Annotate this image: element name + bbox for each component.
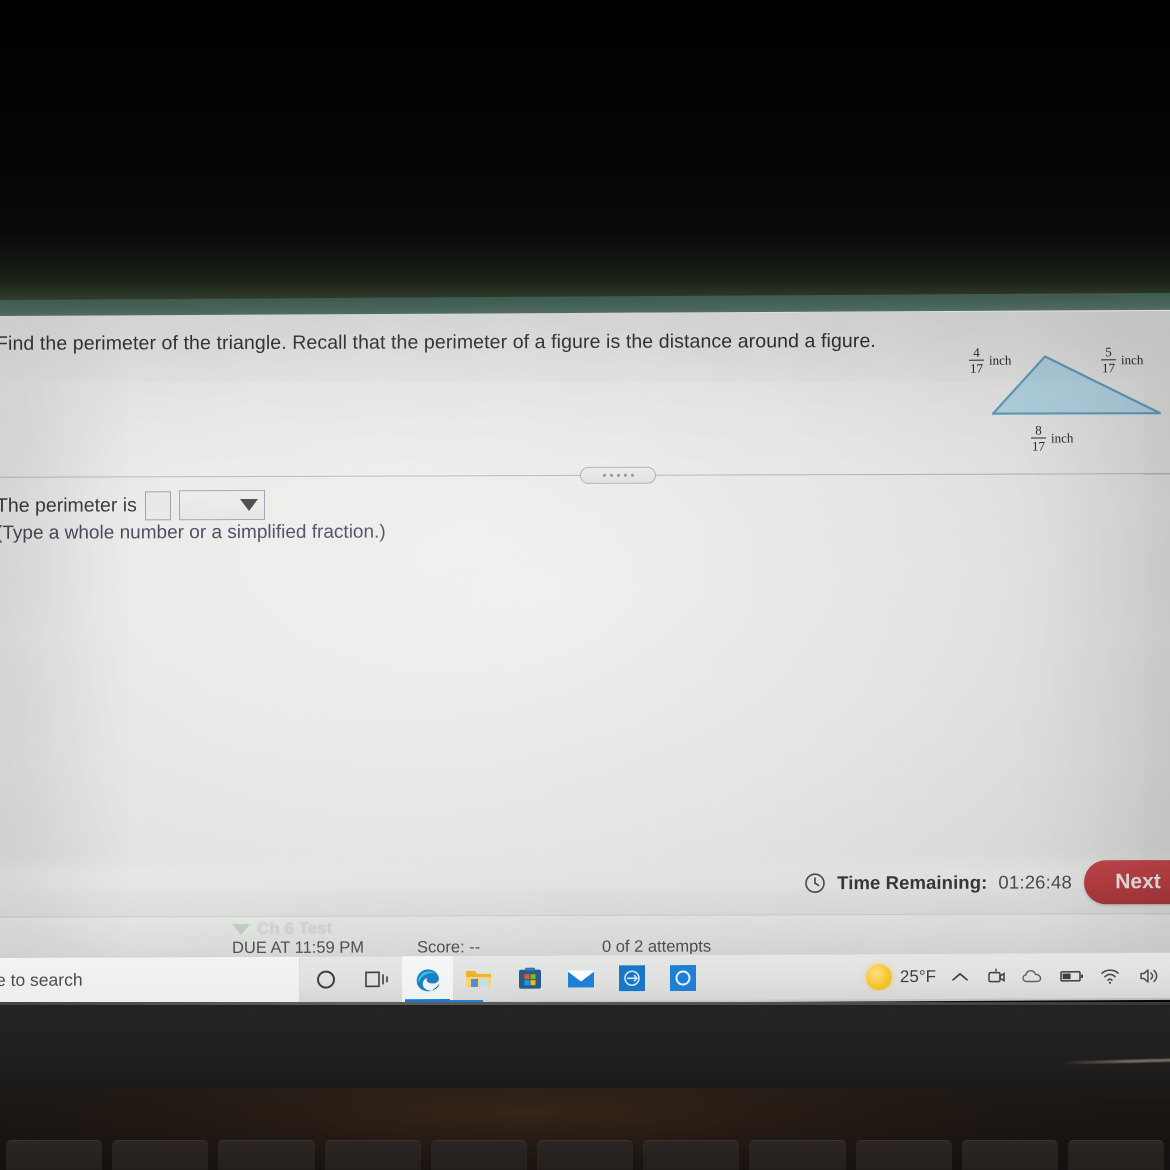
answer-row: The perimeter is — [0, 489, 265, 521]
taskbar-app-microsoft-store[interactable] — [504, 955, 555, 1001]
caret-down-icon — [232, 923, 250, 935]
time-remaining-group: Time Remaining: 01:26:48 — [804, 871, 1072, 894]
keyboard-key — [855, 1140, 952, 1170]
handle-dot — [602, 473, 606, 477]
microsoft-edge-icon — [416, 968, 439, 991]
handle-dot — [616, 473, 620, 477]
keyboard-row — [0, 1140, 1170, 1170]
assignment-title: Ch 6 Test — [257, 918, 333, 938]
question-prompt: Find the perimeter of the triangle. Reca… — [0, 330, 876, 355]
bezel-glow — [0, 232, 1170, 300]
battery-icon — [1060, 970, 1083, 982]
unit-dropdown[interactable] — [178, 489, 265, 521]
triangle-side-label-bottom: 8 17 inch — [1031, 422, 1074, 454]
fraction-denominator: 17 — [1102, 360, 1115, 376]
fraction-numerator: 8 — [1035, 422, 1042, 438]
sun-icon — [865, 963, 892, 990]
answer-hint: (Type a whole number or a simplified fra… — [0, 521, 386, 544]
wifi-tray-button[interactable] — [1092, 953, 1130, 999]
search-input[interactable]: e to search — [0, 956, 300, 1004]
triangle-side-label-left: 4 17 inch — [969, 344, 1012, 376]
taskbar-icons — [300, 954, 708, 1002]
clock-icon — [805, 873, 825, 894]
handle-dot — [623, 473, 627, 477]
answer-input[interactable] — [144, 490, 171, 520]
mail-icon — [567, 969, 594, 988]
cortana-button[interactable] — [300, 956, 351, 1002]
handle-dot — [609, 473, 613, 477]
fraction-numerator: 5 — [1105, 344, 1112, 360]
chevron-down-icon — [239, 498, 258, 512]
fraction-denominator: 17 — [1032, 438, 1045, 454]
body-highlight-streak — [1059, 1058, 1170, 1065]
keyboard-key — [536, 1140, 634, 1170]
onedrive-tray-button[interactable] — [1014, 953, 1052, 999]
keyboard-key — [749, 1140, 846, 1170]
weather-temperature: 25°F — [899, 966, 936, 986]
handle-dot — [630, 473, 634, 477]
keyboard-key — [218, 1140, 315, 1170]
assignment-title-group[interactable]: Ch 6 Test — [232, 919, 332, 939]
taskbar-app-blue-app-two[interactable] — [657, 954, 708, 1000]
unit-label: inch — [1051, 430, 1074, 446]
system-tray: 25°F — [852, 952, 1170, 999]
laptop-lower-body — [0, 1002, 1170, 1170]
camera-tray-button[interactable] — [978, 953, 1014, 999]
triangle-side-label-right: 5 17 inch — [1101, 344, 1144, 376]
taskbar-app-file-explorer[interactable] — [453, 955, 504, 1001]
volume-tray-button[interactable] — [1130, 952, 1168, 998]
battery-tray-button[interactable] — [1052, 953, 1092, 999]
onedrive-cloud-icon — [1022, 969, 1042, 982]
time-remaining-label: Time Remaining: — [837, 871, 988, 894]
time-remaining-bar: Time Remaining: 01:26:48 Next — [0, 851, 1170, 917]
microsoft-store-icon — [518, 967, 541, 989]
keyboard-key — [643, 1140, 740, 1170]
fraction-denominator: 17 — [970, 360, 983, 376]
unit-label: inch — [989, 352, 1012, 368]
windows-taskbar: e to search 25°F — [0, 951, 1170, 1004]
laptop-photo: Find the perimeter of the triangle. Reca… — [0, 0, 1170, 1170]
keyboard-key — [1067, 1140, 1165, 1170]
keyboard-key — [6, 1140, 103, 1170]
next-button[interactable]: Next — [1084, 860, 1170, 905]
keyboard-key — [324, 1140, 421, 1170]
file-explorer-icon — [465, 970, 491, 987]
blue-app-one-icon — [618, 964, 645, 991]
chevron-up-icon — [952, 972, 968, 981]
camera-icon — [988, 968, 1005, 982]
keyboard-key — [961, 1140, 1058, 1170]
answer-label: The perimeter is — [0, 493, 137, 517]
taskbar-app-blue-app-one[interactable] — [606, 955, 657, 1001]
cortana-circle-icon — [316, 970, 335, 989]
blue-app-two-icon — [669, 964, 696, 991]
task-view-icon — [364, 971, 388, 987]
show-hidden-icons-button[interactable] — [942, 953, 978, 999]
triangle-figure: 4 17 inch 5 17 inch 8 17 inch — [955, 333, 1170, 474]
browser-viewport: Find the perimeter of the triangle. Reca… — [0, 309, 1170, 1006]
wifi-icon — [1101, 968, 1119, 984]
taskbar-app-mail[interactable] — [555, 955, 606, 1001]
fraction-numerator: 4 — [973, 344, 980, 360]
keyboard-key — [112, 1140, 209, 1170]
task-view-button[interactable] — [351, 956, 402, 1002]
volume-icon — [1140, 968, 1158, 983]
panel-resize-handle[interactable] — [580, 466, 656, 484]
screen-bottom-edge — [0, 1002, 1170, 1005]
search-placeholder: e to search — [0, 969, 83, 991]
weather-widget[interactable]: 25°F — [852, 963, 942, 990]
unit-label: inch — [1121, 351, 1144, 368]
time-remaining-value: 01:26:48 — [998, 871, 1072, 893]
taskbar-app-microsoft-edge[interactable] — [402, 955, 453, 1002]
keyboard-key — [430, 1140, 527, 1170]
